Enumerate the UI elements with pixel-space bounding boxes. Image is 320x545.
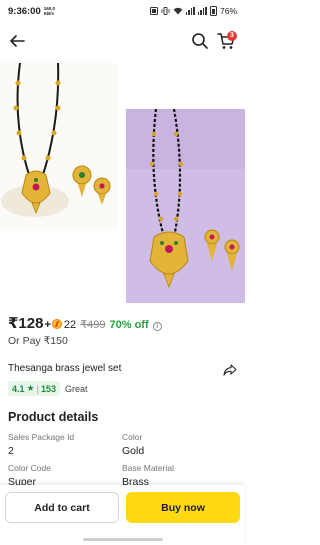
detail-label: Color Code [8,463,51,473]
supercoin-amount: 22 [63,319,77,331]
detail-value: 2 [8,445,14,457]
detail-label: Sales Package Id [8,432,75,442]
network-speed-unit: KB/s [43,11,55,16]
product-photo-2-image [126,109,245,303]
detail-value: Gold [122,445,145,457]
detail-sales-package-id: Sales Package Id 2 [8,432,74,457]
product-details-heading: Product details [8,410,99,424]
product-photo-2[interactable] [126,109,245,303]
back-arrow-icon[interactable] [6,30,28,52]
battery-icon [209,6,217,16]
price-plus-sign: + [44,319,51,331]
detail-label: Color [122,432,143,442]
product-photo-1-image [0,63,118,229]
vibrate-icon [161,7,170,15]
product-title: Thesanga brass jewel set [8,363,122,374]
buy-now-button[interactable]: Buy now [126,492,240,523]
search-icon[interactable] [190,31,210,51]
rating-separator: | [36,383,39,394]
mrp-price: ₹499 [80,319,106,331]
battery-percentage: 76% [219,6,237,16]
price-row: ₹128 + 22 ₹499 70% off i [8,314,162,332]
star-icon: ★ [26,383,35,393]
notification-icon [149,7,158,15]
status-indicators: 76% [149,6,237,16]
bottom-action-bar: Add to cart Buy now [0,485,245,545]
wifi-icon [173,7,183,15]
rating-count: 153 [40,383,56,394]
add-to-cart-button[interactable]: Add to cart [5,492,119,523]
selling-price: ₹128 [8,315,44,332]
share-icon[interactable] [223,363,237,377]
product-image-gallery[interactable] [0,63,245,305]
gesture-nav-handle[interactable] [83,538,163,541]
rating-value: 4.1 [12,383,25,394]
supercoin-icon [51,319,62,329]
or-pay-price: Or Pay ₹150 [8,335,68,347]
signal-icon [197,7,207,15]
status-time: 9:36:00 [8,5,41,17]
cart-count-badge: 3 [227,31,237,41]
price-info-icon[interactable]: i [152,322,162,331]
detail-color: Color Gold [122,432,144,457]
rating-row[interactable]: 4.1 ★ | 153 Great [8,381,87,396]
status-bar: 9:36:00 160.0 KB/s 76% [0,0,245,22]
volte-signal-icon [185,7,195,15]
discount-percentage: 70% off [109,319,149,331]
network-speed: 160.0 KB/s [44,6,55,16]
rating-label: Great [64,383,88,394]
rating-badge[interactable]: 4.1 ★ | 153 [8,381,60,396]
detail-label: Base Material [122,463,174,473]
product-photo-1[interactable] [0,63,118,229]
